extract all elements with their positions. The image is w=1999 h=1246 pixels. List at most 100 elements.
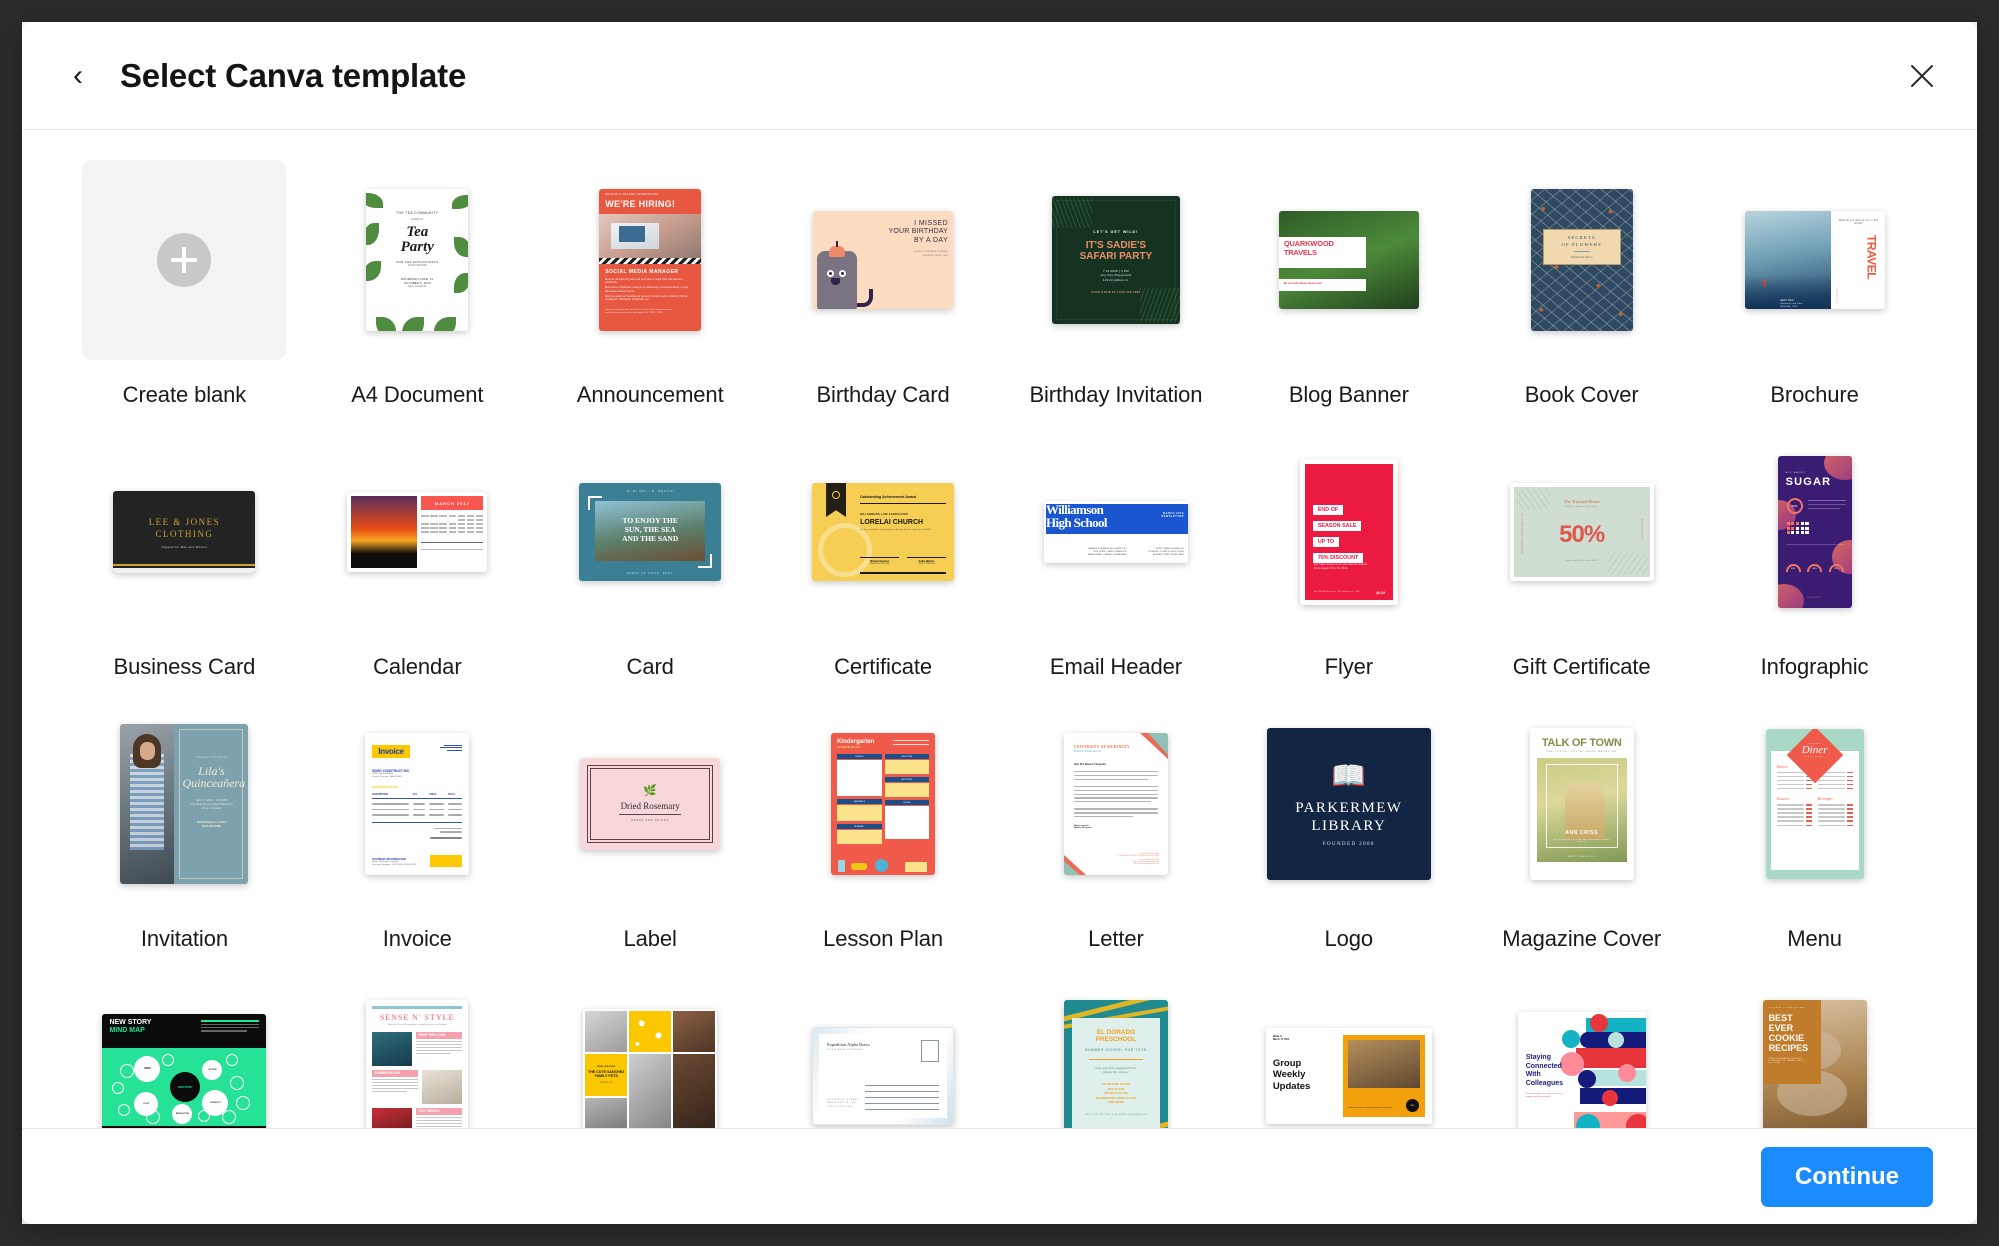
post-addr-3: +1940-2299-380 [827,1105,853,1108]
thumbnail: END OF SEASON SALE UP TO 70% DISCOUNT Ge… [1232,432,1465,632]
template-card-magazine-cover[interactable]: TALK OF TOWN THE LUXURY SOCIAL NEWS MAGA… [1465,704,1698,976]
ann-eyebrow: NELSON & NELSON ADVERTISING [605,193,659,196]
template-label: Create blank [122,382,247,407]
recipe-sub-3: OR LIVE [1768,1062,1781,1065]
lesson-sub: LESSON PLAN [837,746,860,749]
template-card-card[interactable]: MI MI ORT / B. MEXICO TO ENJOY THE SUN, … [534,432,767,704]
eh-col-3: BASKETBALL LEAGUE STANDINGS [1088,554,1127,557]
thumbnail: SECRETS OF FLOWERS Elizabeth R. Marco [1465,160,1698,360]
thumbnail-art-photo-collage: MERRY LIKE A PAWS THE CUTE SANCHEZ FAMIL… [583,1009,718,1128]
template-card-a4-document[interactable]: THE TEA COMMUNITY EVENTS Tea Party FOR T… [301,160,534,432]
template-card-presentation[interactable]: Week of March 17 2021 Group Weekly Updat… [1232,976,1465,1128]
template-card-certificate[interactable]: Outstanding Achievement Award HILLENBURG… [767,432,1000,704]
window-bottom-edge [0,1224,1999,1246]
tea-line-2: EVERYWHERE [407,264,427,268]
template-card-announcement[interactable]: NELSON & NELSON ADVERTISING WE'RE HIRING… [534,160,767,432]
thumbnail-art-calendar: MARCH 2017 [347,492,488,572]
menu-eyebrow: RETRO [1808,743,1821,745]
cert-body: for her excellent contributions during t… [860,529,932,532]
lesson-h5: SUMMARY [854,825,865,828]
cert-sig-1-role: MANAGING PARTNER [869,563,890,565]
template-card-photo-collage[interactable]: MERRY LIKE A PAWS THE CUTE SANCHEZ FAMIL… [534,976,767,1128]
template-label: Business Card [113,654,256,679]
template-card-birthday-invitation[interactable]: LET'S GET WILD! IT'S SADIE'S SAFARI PART… [1000,160,1233,432]
template-card-label[interactable]: 🌿 Dried Rosemary HERBS AND SPICES Label [534,704,767,976]
card-line-3: AND THE SAND [622,533,679,543]
template-card-gift-certificate[interactable]: The Tranquil Room A Gift of Mother's Day… [1465,432,1698,704]
thumbnail-art-certificate: Outstanding Achievement Award HILLENBURG… [812,483,955,581]
flyer-body-2: From August 15 to 30, 2019. [1313,568,1349,570]
thumbnail: MI MI ORT / B. MEXICO TO ENJOY THE SUN, … [534,432,767,632]
safari-detail-3: 123 Anywhere st. [1102,277,1130,282]
template-card-letter[interactable]: UNIVERSITY OF MCKINLEY Purpose driven se… [1000,704,1233,976]
template-card-menu[interactable]: Starters Desserts Beverages RETRO Diner … [1698,704,1931,976]
template-label: Email Header [1049,654,1182,679]
label-wreath-icon: 🌿 [643,785,658,797]
eh-title-2: High School [1045,515,1108,530]
create-blank-box[interactable] [82,160,287,360]
pres-title-2: Weekly [1272,1069,1306,1081]
ann-bullet-3: Must be adept at handling all types of s… [605,296,689,302]
thumbnail-art-letter: UNIVERSITY OF MCKINLEY Purpose driven se… [1063,733,1168,875]
card-eyebrow: MI MI ORT / B. MEXICO [626,490,674,493]
template-card-logo[interactable]: 📖 PARKERMEW LIBRARY FOUNDED 2000 Logo [1232,704,1465,976]
template-label: Certificate [834,654,933,679]
template-label: Calendar [373,654,462,679]
template-card-infographic[interactable]: ALL ABOUT SUGAR 29% 33% 48% 21% SOURCES … [1698,432,1931,704]
thumbnail-art-business-card: LEE & JONES CLOTHING Apparel for Men and… [113,491,256,573]
thumbnail-art-lesson-plan: Kindergarten LESSON PLAN LESSON MATERIAL… [831,733,936,875]
template-card-flyer[interactable]: END OF SEASON SALE UP TO 70% DISCOUNT Ge… [1232,432,1465,704]
template-card-poster[interactable]: EL DORADO PRESCHOOL SUMMER SCHOOL FOR TO… [1000,976,1233,1128]
info-eyebrow: ALL ABOUT [1785,472,1807,474]
template-card-calendar[interactable]: MARCH 2017 Calendar [301,432,534,704]
template-card-mind-map[interactable]: NEW STORY MIND MAP NEW STORY HERO ACTION… [68,976,301,1128]
template-card-email-header[interactable]: Williamson High School MARCH 2019 NEWSLE… [1000,432,1233,704]
pres-title-1: Group [1272,1058,1302,1069]
info-stat-3: 48% [1812,568,1817,570]
thumbnail-art-magazine-cover: TALK OF TOWN THE LUXURY SOCIAL NEWS MAGA… [1529,728,1634,880]
book-title-2: OF FLOWERS [1561,242,1602,247]
thumbnail: COOKIE COUNTDOWN BEST EVER COOKIE RECIPE… [1698,976,1931,1128]
template-card-brochure[interactable]: NEXT TRIP Mountains and lakes AUG-SEP, 2… [1698,160,1931,432]
template-grid-scroll[interactable]: Create blank THE TEA COMMUNITY EVENTS Te… [22,130,1977,1128]
lesson-h6: ACTIVITIES [901,778,913,781]
thumbnail: LET'S GET WILD! IT'S SADIE'S SAFARI PART… [1000,160,1233,360]
logo-sub: FOUNDED 2000 [1322,841,1375,847]
template-card-recipe-book[interactable]: COOKIE COUNTDOWN BEST EVER COOKIE RECIPE… [1698,976,1931,1128]
chevron-left-icon[interactable]: ‹ [58,56,98,96]
template-card-invoice[interactable]: Invoice BORG CONSTRUCT INC. 1802 Fairfie… [301,704,534,976]
thumbnail: Invoice BORG CONSTRUCT INC. 1802 Fairfie… [301,704,534,904]
post-title: Expedition Alpha Bravo [827,1042,870,1047]
window-top-bar [0,0,1999,22]
gift-sub: A Gift of Mother's Day treat [1565,506,1598,508]
modal-header: ‹ Select Canva template [22,22,1977,130]
template-card-create-blank[interactable]: Create blank [68,160,301,432]
template-label: Card [626,654,674,679]
template-card-business-card[interactable]: LEE & JONES CLOTHING Apparel for Men and… [68,432,301,704]
close-icon[interactable] [1901,55,1943,97]
thumbnail: Outstanding Achievement Award HILLENBURG… [767,432,1000,632]
thumbnail: 📖 PARKERMEW LIBRARY FOUNDED 2000 [1232,704,1465,904]
bb-title-2: TRAVELS [1283,248,1317,257]
bcard-line-1: I MISSED [914,220,949,227]
template-card-book-cover[interactable]: SECRETS OF FLOWERS Elizabeth R. Marco Bo… [1465,160,1698,432]
template-card-lesson-plan[interactable]: Kindergarten LESSON PLAN LESSON MATERIAL… [767,704,1000,976]
template-card-birthday-card[interactable]: I MISSED YOUR BIRTHDAY BY A DAY Here's a… [767,160,1000,432]
inv-pay-2: Account Number: 0012 0014 0466 0782 [372,863,417,866]
continue-button[interactable]: Continue [1761,1146,1933,1207]
template-card-program[interactable]: Staying Connected With Colleagues Creati… [1465,976,1698,1128]
template-card-invitation[interactable]: You are invited to Lila's Quinceañera Ap… [68,704,301,976]
template-card-postcard[interactable]: Expedition Alpha Bravo 60TH ANNIVERSARY [767,976,1000,1128]
prog-title-2: Connected [1525,1062,1562,1070]
lesson-h4: NOTES [903,801,911,804]
pres-title-3: Updates [1272,1080,1311,1092]
flyer-chip-4: 70% DISCOUNT [1312,553,1364,563]
template-label: Birthday Card [816,382,950,407]
template-card-newsletter[interactable]: SENSE N' STYLE Monthly Visual Newsletter… [301,976,534,1128]
info-stat-4: 21% [1833,568,1839,570]
template-card-blog-banner[interactable]: QUARKWOOD TRAVELS Be one with nature. Bo… [1232,160,1465,432]
biz-title-2: CLOTHING [155,529,214,539]
invt-detail-3: Attire: Cocktail [201,806,222,810]
template-label: Gift Certificate [1512,654,1651,679]
post-sub: 60TH ANNIVERSARY [827,1049,865,1051]
